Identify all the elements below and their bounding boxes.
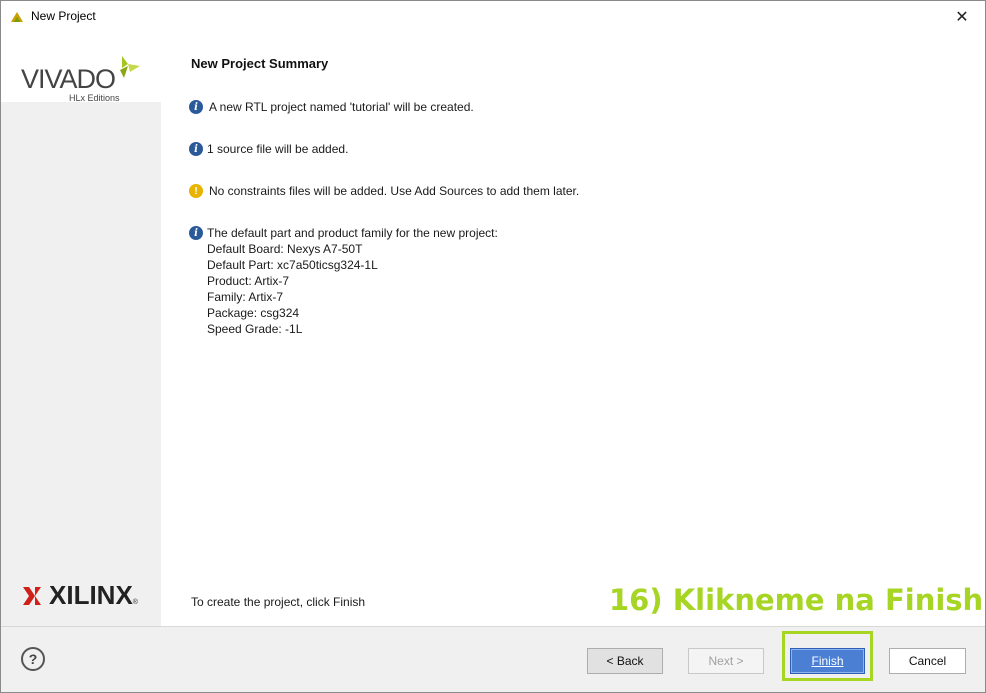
- info-icon: i: [189, 226, 203, 240]
- message-text: A new RTL project named 'tutorial' will …: [209, 100, 474, 114]
- info-icon: i: [189, 142, 203, 156]
- back-button[interactable]: < Back: [587, 648, 663, 674]
- part-detail-product: Product: Artix-7: [207, 274, 290, 288]
- message-text: The default part and product family for …: [207, 226, 498, 240]
- vivado-leaf-icon: [120, 56, 140, 78]
- registered-mark: ®: [132, 599, 138, 606]
- message-text: 1 source file will be added.: [207, 142, 349, 156]
- page-title: New Project Summary: [191, 56, 329, 71]
- cancel-button[interactable]: Cancel: [889, 648, 966, 674]
- finish-button[interactable]: Finish: [790, 648, 865, 674]
- info-icon: i: [189, 100, 203, 114]
- summary-panel: New Project Summary i A new RTL project …: [161, 36, 985, 626]
- xilinx-wordmark: XILINX: [49, 580, 133, 610]
- finish-instruction: To create the project, click Finish: [191, 595, 366, 609]
- help-button[interactable]: ?: [21, 647, 45, 671]
- part-details-list: Default Board: Nexys A7-50T Default Part…: [207, 241, 378, 337]
- part-detail-board: Default Board: Nexys A7-50T: [207, 242, 363, 256]
- finish-label: Finish: [811, 654, 844, 668]
- button-bar: ? < Back Next > Finish Cancel: [1, 626, 985, 692]
- part-detail-part: Default Part: xc7a50ticsg324-1L: [207, 258, 378, 272]
- title-bar: New Project ✕: [1, 1, 985, 32]
- tutorial-annotation: 16) Klikneme na Finish: [609, 583, 984, 617]
- part-detail-family: Family: Artix-7: [207, 290, 284, 304]
- vivado-edition-label: HLx Editions: [69, 93, 120, 103]
- vivado-logo: VIVADO: [21, 64, 116, 94]
- vivado-app-icon: [11, 12, 23, 22]
- message-constraints: ! No constraints files will be added. Us…: [189, 184, 579, 199]
- close-button[interactable]: ✕: [939, 1, 985, 32]
- next-button[interactable]: Next >: [688, 648, 764, 674]
- message-rtl-project: i A new RTL project named 'tutorial' wil…: [189, 100, 474, 115]
- message-text: No constraints files will be added. Use …: [209, 184, 580, 198]
- vivado-logo-card: VIVADO HLx Editions: [1, 36, 161, 103]
- xilinx-x-icon: [23, 586, 41, 605]
- message-source-file: i 1 source file will be added.: [189, 142, 348, 157]
- window-title: New Project: [31, 9, 96, 23]
- new-project-dialog: New Project ✕ VIVADO HLx Editions XILINX…: [0, 0, 986, 693]
- xilinx-logo: XILINX ®: [21, 580, 138, 611]
- sidebar: VIVADO HLx Editions XILINX ®: [1, 36, 161, 626]
- part-detail-package: Package: csg324: [207, 306, 300, 320]
- warning-icon: !: [189, 184, 203, 198]
- part-detail-speed-grade: Speed Grade: -1L: [207, 322, 303, 336]
- message-default-part: i The default part and product family fo…: [189, 226, 498, 337]
